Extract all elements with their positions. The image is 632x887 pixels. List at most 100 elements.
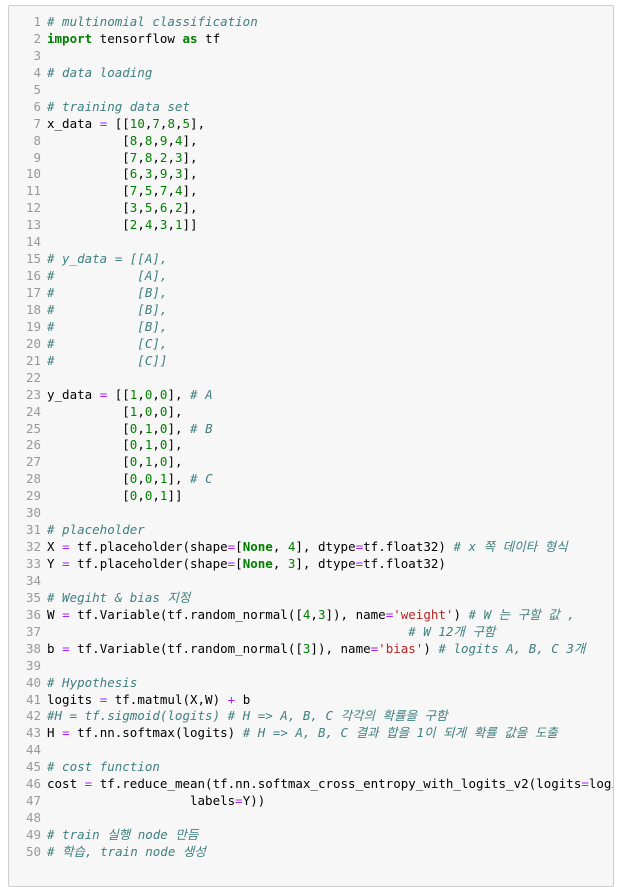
code-token: tf.placeholder(shape: [69, 539, 228, 555]
code-token: [: [47, 200, 130, 216]
code-token: ,: [174, 115, 183, 131]
code-line: # W 12개 구함: [47, 624, 613, 641]
code-token: ,: [167, 200, 175, 216]
code-token: ,: [137, 183, 145, 199]
code-token: b: [235, 691, 251, 707]
code-token: 1: [174, 217, 183, 233]
code-comment: # [C]]: [47, 352, 168, 368]
code-line: [0,0,1], # C: [47, 471, 613, 488]
code-token: tf.Variable(tf.random_normal([: [69, 606, 303, 622]
code-line: # training data set: [47, 99, 613, 116]
code-token: ],: [167, 454, 183, 470]
code-token: 4: [174, 183, 183, 199]
code-line: # [C]]: [47, 353, 613, 370]
line-number: 36: [25, 606, 41, 622]
line-number: 23: [25, 386, 41, 402]
code-token: ,: [137, 471, 145, 487]
line-number: 13: [25, 217, 41, 233]
code-token: [: [47, 149, 130, 165]
line-number: 34: [25, 572, 41, 588]
code-token: 7: [152, 115, 160, 131]
line-number: 41: [25, 691, 41, 707]
code-token: Y: [47, 556, 63, 571]
line-number: 47: [25, 793, 41, 809]
code-comment: # training data set: [47, 98, 190, 114]
code-token: ,: [137, 420, 145, 436]
code-token: import: [47, 30, 93, 46]
code-token: ): [423, 640, 439, 656]
code-token: =: [581, 776, 589, 792]
code-token: ,: [310, 606, 318, 622]
line-number: 25: [25, 420, 41, 436]
code-line: # train 실행 node 만듬: [47, 827, 613, 844]
code-token: ],: [182, 149, 198, 165]
line-number: 40: [25, 674, 41, 690]
code-comment: # placeholder: [47, 522, 145, 538]
code-line: # [C],: [47, 336, 613, 353]
line-number: 39: [25, 657, 41, 673]
code-token: ,: [137, 454, 145, 470]
code-line: [8,8,9,4],: [47, 133, 613, 150]
code-line: b = tf.Variable(tf.random_normal([3]), n…: [47, 641, 613, 658]
code-token: ],: [182, 166, 198, 182]
code-editor[interactable]: # multinomial classification import tenso…: [47, 14, 613, 861]
code-comment: # x 쪽 데이타 형식: [453, 539, 568, 555]
code-token: [: [47, 166, 130, 182]
code-comment: # data loading: [47, 64, 153, 80]
code-line: W = tf.Variable(tf.random_normal([4,3]),…: [47, 607, 613, 624]
code-token: tf.nn.softmax(logits): [69, 725, 243, 741]
code-token: [[: [107, 386, 130, 402]
code-token: 10: [129, 115, 145, 131]
code-token: 'bias': [378, 640, 424, 656]
code-token: tf.placeholder(shape: [69, 556, 228, 571]
code-token: x_data: [47, 115, 100, 131]
line-number: 32: [25, 539, 41, 555]
code-token: ,: [152, 437, 160, 453]
line-number: 18: [25, 301, 41, 317]
code-token: tf: [197, 30, 221, 46]
code-line: [2,4,3,1]]: [47, 217, 613, 234]
code-token: [: [47, 454, 130, 470]
code-line: # [B],: [47, 319, 613, 336]
code-line: [1,0,0],: [47, 404, 613, 421]
code-token: 2: [174, 200, 183, 216]
code-line: # y_data = [[A],: [47, 251, 613, 268]
code-line: # cost function: [47, 759, 613, 776]
code-token: [: [235, 556, 243, 571]
code-token: =: [62, 556, 70, 571]
code-token: ]), name: [310, 640, 371, 656]
code-comment: # Hypothesis: [47, 674, 138, 690]
code-token: y_data: [47, 386, 100, 402]
line-number: 28: [25, 471, 41, 487]
code-cell[interactable]: 1 2 3 4 5 6 7 8 9 10 11 12 13 14 15 16 17 18 19 20 21 22 23 24 2…: [8, 5, 614, 887]
code-token: ],: [167, 386, 191, 402]
line-number: 50: [25, 843, 41, 859]
line-number: 20: [25, 335, 41, 351]
code-comment: # train 실행 node 만듬: [47, 827, 199, 842]
code-comment: # A: [190, 386, 213, 402]
code-token: ,: [152, 403, 160, 419]
code-token: =: [62, 606, 70, 622]
line-number: 38: [25, 640, 41, 656]
line-number: 9: [33, 149, 41, 165]
code-line: [0,0,1]]: [47, 488, 613, 505]
code-line: X = tf.placeholder(shape=[None, 4], dtyp…: [47, 539, 613, 556]
line-number: 31: [25, 522, 41, 538]
code-comment: # [B],: [47, 318, 168, 334]
code-token: ]]: [182, 217, 198, 233]
line-number: 33: [25, 556, 41, 571]
code-token: ,: [152, 149, 160, 165]
code-line: import tensorflow as tf: [47, 31, 613, 48]
code-token: ,: [272, 539, 288, 555]
line-number: 2: [33, 30, 41, 46]
code-token: =: [235, 793, 243, 809]
code-line: # [A],: [47, 268, 613, 285]
code-token: cost: [47, 776, 85, 792]
code-token: =: [62, 539, 70, 555]
line-number: 21: [25, 352, 41, 368]
code-token: ,: [152, 166, 160, 182]
